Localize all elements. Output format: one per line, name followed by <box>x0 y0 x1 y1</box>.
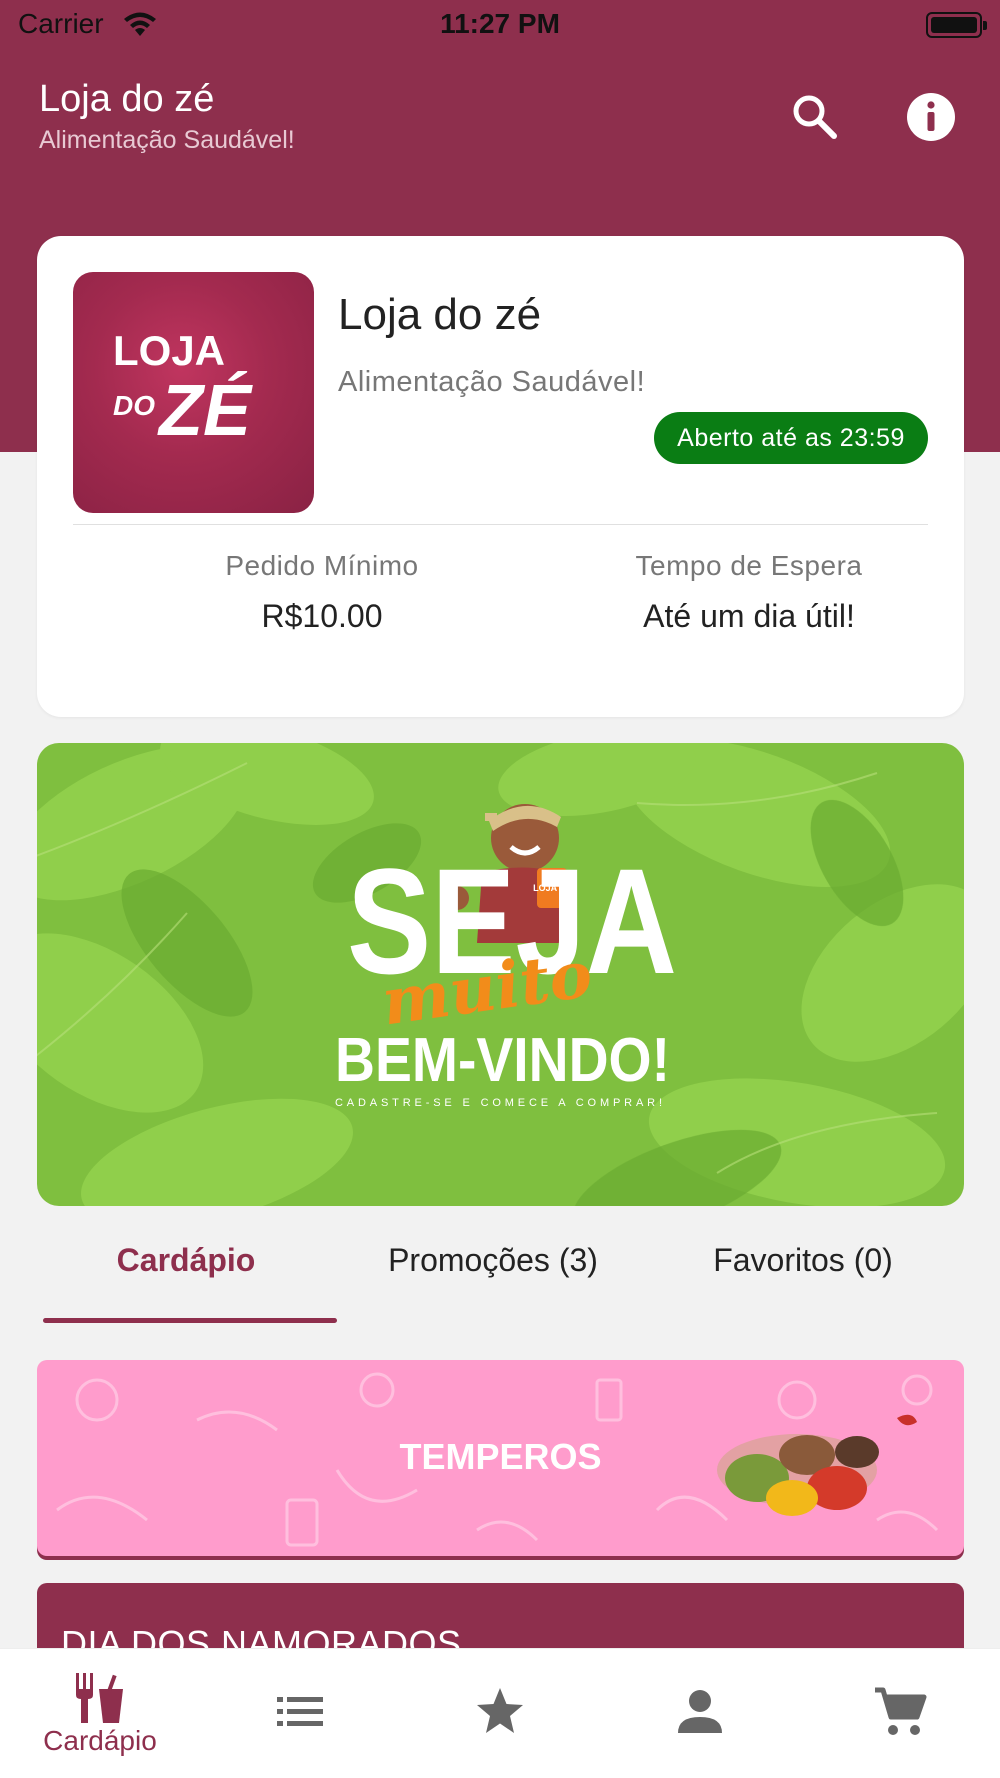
open-status-badge: Aberto até as 23:59 <box>654 412 928 464</box>
nav-item-cardapio[interactable]: Cardápio <box>0 1649 200 1778</box>
svg-text:LOJA: LOJA <box>113 327 225 374</box>
wait-time-label: Tempo de Espera <box>635 550 863 581</box>
search-icon[interactable] <box>790 92 838 140</box>
info-icon[interactable] <box>906 92 956 142</box>
tab-favoritos[interactable]: Favoritos (0) <box>653 1242 953 1279</box>
svg-text:ZÉ: ZÉ <box>157 371 253 451</box>
min-order-label: Pedido Mínimo <box>225 550 419 581</box>
wait-time-info: Tempo de Espera Até um dia útil! <box>549 550 949 635</box>
divider <box>73 524 928 525</box>
store-logo: LOJA DO ZÉ <box>73 272 314 513</box>
tab-cardapio[interactable]: Cardápio <box>36 1242 336 1279</box>
category-title: TEMPEROS <box>399 1436 602 1477</box>
tab-promocoes[interactable]: Promoções (3) <box>343 1242 643 1279</box>
svg-text:DO: DO <box>113 390 155 421</box>
welcome-banner[interactable]: LOJA ZÉ SEJA muito BEM-VINDO! CADASTRE-S… <box>37 743 964 1206</box>
person-icon <box>678 1690 722 1733</box>
battery-icon <box>926 12 987 38</box>
svg-text:BEM-VINDO!: BEM-VINDO! <box>335 1026 670 1095</box>
store-info-card: LOJA DO ZÉ Loja do zé Alimentação Saudáv… <box>37 236 964 717</box>
nav-label: Cardápio <box>43 1725 157 1756</box>
nav-item-favorites[interactable] <box>400 1649 600 1778</box>
app-title: Loja do zé <box>39 78 215 120</box>
nav-item-cart[interactable] <box>800 1649 1000 1778</box>
store-name: Loja do zé <box>338 290 542 339</box>
restaurant-icon <box>76 1673 123 1723</box>
nav-item-list[interactable] <box>200 1649 400 1778</box>
cart-icon <box>875 1687 927 1735</box>
min-order-info: Pedido Mínimo R$10.00 <box>122 550 522 635</box>
category-card-temperos[interactable]: TEMPEROS <box>37 1360 964 1556</box>
status-bar: Carrier 11:27 PM <box>0 0 1000 50</box>
min-order-value: R$10.00 <box>261 598 383 634</box>
bottom-navigation: Cardápio <box>0 1648 1000 1778</box>
app-subtitle: Alimentação Saudável! <box>39 126 295 154</box>
store-description: Alimentação Saudável! <box>338 366 646 398</box>
clock: 11:27 PM <box>440 8 560 39</box>
wait-time-value: Até um dia útil! <box>643 598 855 634</box>
nav-item-profile[interactable] <box>600 1649 800 1778</box>
menu-tabs: Cardápio Promoções (3) Favoritos (0) <box>0 1220 1000 1323</box>
star-icon <box>477 1688 523 1733</box>
list-icon <box>277 1697 323 1726</box>
svg-text:CADASTRE-SE E COMECE A COMPRAR: CADASTRE-SE E COMECE A COMPRAR! <box>335 1097 665 1109</box>
active-tab-indicator <box>43 1318 337 1323</box>
